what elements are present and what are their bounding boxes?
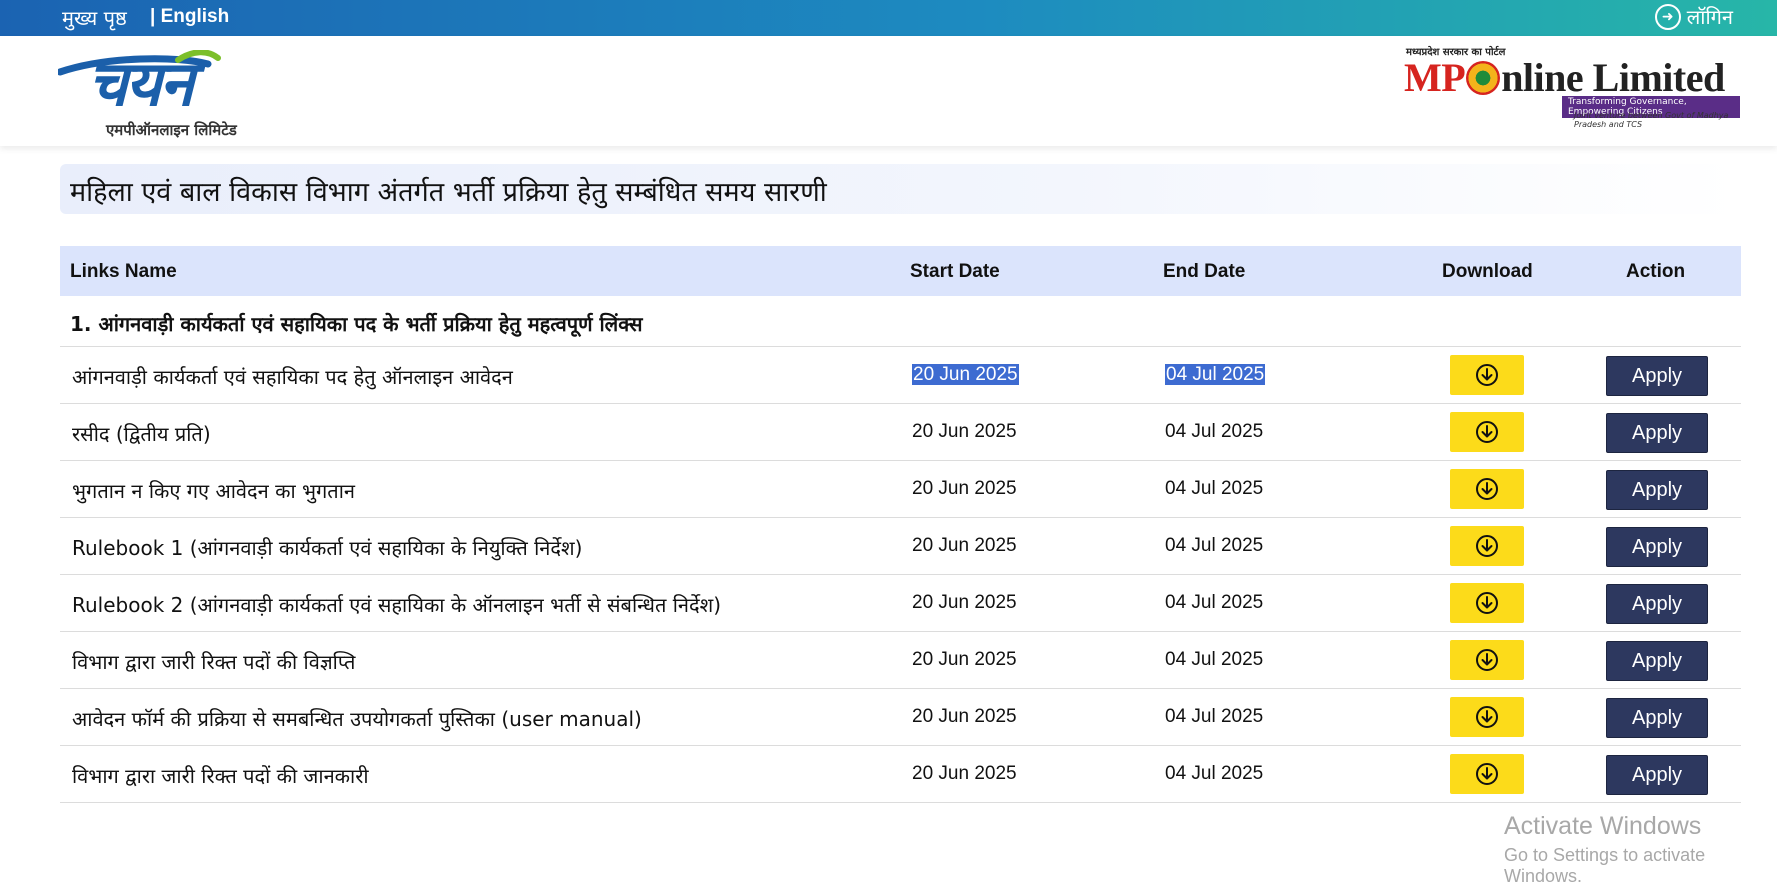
table-row: आवेदन फॉर्म की प्रक्रिया से समबन्धित उपय… <box>60 689 1741 746</box>
table-row: भुगतान न किए गए आवेदन का भुगतान 20 Jun 20… <box>60 461 1741 518</box>
apply-button[interactable]: Apply <box>1606 413 1708 453</box>
start-date: 20 Jun 2025 <box>912 421 1017 442</box>
login-link[interactable]: ➜ लॉगिन <box>1654 3 1733 30</box>
download-button[interactable] <box>1450 469 1524 509</box>
end-date: 04 Jul 2025 <box>1165 763 1264 784</box>
header-download: Download <box>1442 261 1533 282</box>
download-icon <box>1476 421 1498 443</box>
page-title: महिला एवं बाल विकास विभाग अंतर्गत भर्ती … <box>70 177 827 208</box>
site-header: चयन एमपीऑनलाइन लिमिटेड मध्यप्रदेश सरकार … <box>0 36 1777 146</box>
table-header-row: Links Name Start Date End Date Download … <box>60 246 1741 296</box>
header-end-date: End Date <box>1163 261 1246 282</box>
link-name: भुगतान न किए गए आवेदन का भुगतान <box>72 479 355 503</box>
watermark-line1: Activate Windows <box>1504 812 1702 840</box>
start-date: 20 Jun 2025 <box>912 649 1017 670</box>
link-name: आंगनवाड़ी कार्यकर्ता एवं सहायिका पद हेतु… <box>72 365 513 389</box>
link-name: विभाग द्वारा जारी रिक्त पदों की विज्ञप्त… <box>72 650 356 674</box>
table-row: रसीद (द्वितीय प्रति) 20 Jun 2025 04 Jul 20… <box>60 404 1741 461</box>
table-row: विभाग द्वारा जारी रिक्त पदों की विज्ञप्त… <box>60 632 1741 689</box>
download-icon <box>1476 592 1498 614</box>
download-button[interactable] <box>1450 412 1524 452</box>
header-action: Action <box>1626 261 1686 282</box>
download-icon <box>1476 706 1498 728</box>
download-button[interactable] <box>1450 355 1524 395</box>
apply-button[interactable]: Apply <box>1606 641 1708 681</box>
link-name: Rulebook 1 (आंगनवाड़ी कार्यकर्ता एवं सहा… <box>72 536 583 560</box>
download-icon <box>1476 478 1498 500</box>
table-row: Rulebook 2 (आंगनवाड़ी कार्यकर्ता एवं सहा… <box>60 575 1741 632</box>
end-date: 04 Jul 2025 <box>1165 364 1266 385</box>
chayan-logo[interactable]: चयन एमपीऑनलाइन लिमिटेड <box>58 42 298 142</box>
seal-icon <box>1466 61 1501 95</box>
header-links-name: Links Name <box>70 261 177 282</box>
apply-button[interactable]: Apply <box>1606 755 1708 795</box>
english-link[interactable]: | English <box>150 6 229 28</box>
group-heading-row: 1. आंगनवाड़ी कार्यकर्ता एवं सहायिका पद क… <box>60 296 1741 347</box>
logo-word: चयन <box>88 47 194 120</box>
start-date: 20 Jun 2025 <box>912 478 1017 499</box>
link-name: विभाग द्वारा जारी रिक्त पदों की जानकारी <box>72 764 369 788</box>
apply-button[interactable]: Apply <box>1606 584 1708 624</box>
schedule-table: Links Name Start Date End Date Download … <box>60 246 1741 803</box>
apply-button[interactable]: Apply <box>1606 698 1708 738</box>
download-icon <box>1476 649 1498 671</box>
activate-windows-watermark: Activate Windows Go to Settings to activ… <box>1504 812 1777 887</box>
download-button[interactable] <box>1450 754 1524 794</box>
logo-subtitle: एमपीऑनलाइन लिमिटेड <box>106 121 237 139</box>
link-name: आवेदन फॉर्म की प्रक्रिया से समबन्धित उपय… <box>72 707 642 731</box>
download-button[interactable] <box>1450 526 1524 566</box>
download-button[interactable] <box>1450 640 1524 680</box>
group-heading: 1. आंगनवाड़ी कार्यकर्ता एवं सहायिका पद क… <box>70 312 643 336</box>
start-date: 20 Jun 2025 <box>912 364 1019 385</box>
download-icon <box>1476 763 1498 785</box>
apply-button[interactable]: Apply <box>1606 356 1708 396</box>
logo-jv-text: Joint venture between Govt of Madhya Pra… <box>1574 111 1729 129</box>
login-label: लॉगिन <box>1686 5 1733 29</box>
link-name: रसीद (द्वितीय प्रति) <box>72 422 211 446</box>
arrow-right-circle-icon: ➜ <box>1654 3 1681 30</box>
start-date: 20 Jun 2025 <box>912 706 1017 727</box>
end-date: 04 Jul 2025 <box>1165 592 1264 613</box>
download-icon <box>1476 535 1498 557</box>
logo-rest-text: nline Limited <box>1501 55 1725 100</box>
mponline-brand: MP nline Limited <box>1404 54 1725 101</box>
start-date: 20 Jun 2025 <box>912 592 1017 613</box>
apply-button[interactable]: Apply <box>1606 527 1708 567</box>
logo-mp-text: MP <box>1404 55 1466 100</box>
page-title-box: महिला एवं बाल विकास विभाग अंतर्गत भर्ती … <box>60 164 1740 214</box>
watermark-line2: Go to Settings to activate Windows. <box>1504 845 1706 886</box>
download-button[interactable] <box>1450 697 1524 737</box>
download-icon <box>1476 364 1498 386</box>
table-row: आंगनवाड़ी कार्यकर्ता एवं सहायिका पद हेतु… <box>60 347 1741 404</box>
home-link[interactable]: मुख्य पृष्ठ <box>62 4 127 31</box>
end-date: 04 Jul 2025 <box>1165 535 1264 556</box>
start-date: 20 Jun 2025 <box>912 763 1017 784</box>
download-button[interactable] <box>1450 583 1524 623</box>
header-start-date: Start Date <box>910 261 1000 282</box>
table-row: विभाग द्वारा जारी रिक्त पदों की जानकारी 2… <box>60 746 1741 803</box>
end-date: 04 Jul 2025 <box>1165 649 1264 670</box>
mponline-logo[interactable]: मध्यप्रदेश सरकार का पोर्टल MP nline Limit… <box>1404 44 1740 144</box>
end-date: 04 Jul 2025 <box>1165 706 1264 727</box>
top-bar: मुख्य पृष्ठ | English ➜ लॉगिन <box>0 0 1777 36</box>
table-row: Rulebook 1 (आंगनवाड़ी कार्यकर्ता एवं सहा… <box>60 518 1741 575</box>
end-date: 04 Jul 2025 <box>1165 421 1264 442</box>
table-body: आंगनवाड़ी कार्यकर्ता एवं सहायिका पद हेतु… <box>60 347 1741 803</box>
link-name: Rulebook 2 (आंगनवाड़ी कार्यकर्ता एवं सहा… <box>72 593 722 617</box>
start-date: 20 Jun 2025 <box>912 535 1017 556</box>
apply-button[interactable]: Apply <box>1606 470 1708 510</box>
end-date: 04 Jul 2025 <box>1165 478 1264 499</box>
